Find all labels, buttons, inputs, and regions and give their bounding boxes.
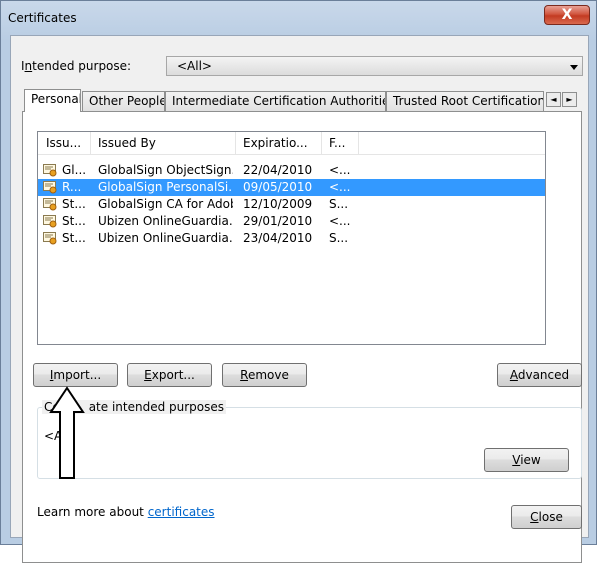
certificate-icon [43, 181, 57, 194]
tab-personal[interactable]: Personal [24, 89, 81, 112]
certificate-icon [43, 198, 57, 211]
cell-issued-to: St... [62, 197, 86, 211]
arrow-right-icon: ► [566, 95, 573, 104]
chevron-down-icon [570, 65, 578, 70]
table-row[interactable]: St... GlobalSign CA for Adobe 12/10/2009 S.… [38, 196, 545, 213]
table-row[interactable]: Gl... GlobalSign ObjectSign... 22/04/2010 <… [38, 162, 545, 179]
tab-other-people[interactable]: Other People [82, 91, 165, 111]
certificate-icon [43, 232, 57, 245]
column-header-issued-by[interactable]: Issued By [98, 136, 156, 150]
tab-strip: Personal Other People Intermediate Certi… [22, 89, 582, 112]
cell-expiration: 22/04/2010 [243, 163, 313, 177]
cell-expiration: 29/01/2010 [243, 214, 313, 228]
cell-friendly: <... [329, 180, 351, 194]
cell-issued-to: Gl... [62, 163, 87, 177]
window-title: Certificates [8, 11, 77, 25]
intended-purpose-label: Intended purpose: [21, 59, 132, 73]
certificates-dialog: Certificates X Intended purpose: <All> P… [0, 0, 597, 563]
cell-issued-by: GlobalSign CA for Adobe [98, 197, 233, 211]
title-bar[interactable]: Certificates X [1, 1, 596, 35]
certificate-list[interactable]: Issu... Issued By Expiratio... F... Gl..… [37, 131, 546, 345]
up-arrow-icon [49, 386, 85, 479]
intended-purpose-select[interactable]: <All> [166, 56, 583, 76]
column-header-expiration[interactable]: Expiratio... [243, 136, 308, 150]
cell-issued-by: Ubizen OnlineGuardia... [98, 214, 233, 228]
cell-issued-by: Ubizen OnlineGuardia... [98, 231, 233, 245]
close-window-button[interactable]: X [544, 5, 590, 25]
remove-button[interactable]: Remove [222, 363, 307, 387]
close-button[interactable]: Close [511, 505, 582, 529]
export-button[interactable]: Export... [127, 363, 212, 387]
cell-expiration: 09/05/2010 [243, 180, 313, 194]
cell-expiration: 12/10/2009 [243, 197, 313, 211]
view-button[interactable]: View [484, 448, 569, 472]
cell-friendly: S... [329, 197, 349, 211]
cell-friendly: <... [329, 214, 351, 228]
certificate-icon [43, 164, 57, 177]
tab-scroll-right-button[interactable]: ► [562, 92, 577, 107]
list-header: Issu... Issued By Expiratio... F... [38, 132, 545, 155]
import-button[interactable]: Import... [33, 363, 118, 387]
cell-issued-to: R... [62, 180, 82, 194]
cell-friendly: <... [329, 163, 351, 177]
tab-trusted-root[interactable]: Trusted Root Certification [386, 91, 544, 111]
table-row[interactable]: R... GlobalSign PersonalSi... 09/05/2010 <.… [38, 179, 545, 196]
table-row[interactable]: St... Ubizen OnlineGuardia... 23/04/2010 S.… [38, 230, 545, 247]
cell-issued-by: GlobalSign PersonalSi... [98, 180, 233, 194]
certificate-icon [43, 215, 57, 228]
table-row[interactable]: St... Ubizen OnlineGuardia... 29/01/2010 <.… [38, 213, 545, 230]
cell-issued-to: St... [62, 231, 86, 245]
tab-scroll-left-button[interactable]: ◄ [546, 92, 561, 107]
learn-more-text: Learn more about certificates [37, 505, 215, 519]
cell-expiration: 23/04/2010 [243, 231, 313, 245]
cell-issued-by: GlobalSign ObjectSign... [98, 163, 233, 177]
intended-purpose-value: <All> [177, 59, 212, 73]
column-header-issued-to[interactable]: Issu... [46, 136, 81, 150]
cell-friendly: S... [329, 231, 349, 245]
arrow-left-icon: ◄ [550, 95, 557, 104]
tab-intermediate-ca[interactable]: Intermediate Certification Authorities [165, 91, 386, 111]
advanced-button[interactable]: Advanced [497, 363, 582, 387]
close-icon: X [561, 7, 573, 23]
intended-purposes-group: Cerate intended purposes <All View [37, 400, 582, 479]
column-header-friendly-name[interactable]: F... [329, 136, 345, 150]
cell-issued-to: St... [62, 214, 86, 228]
certificates-link[interactable]: certificates [148, 505, 215, 519]
